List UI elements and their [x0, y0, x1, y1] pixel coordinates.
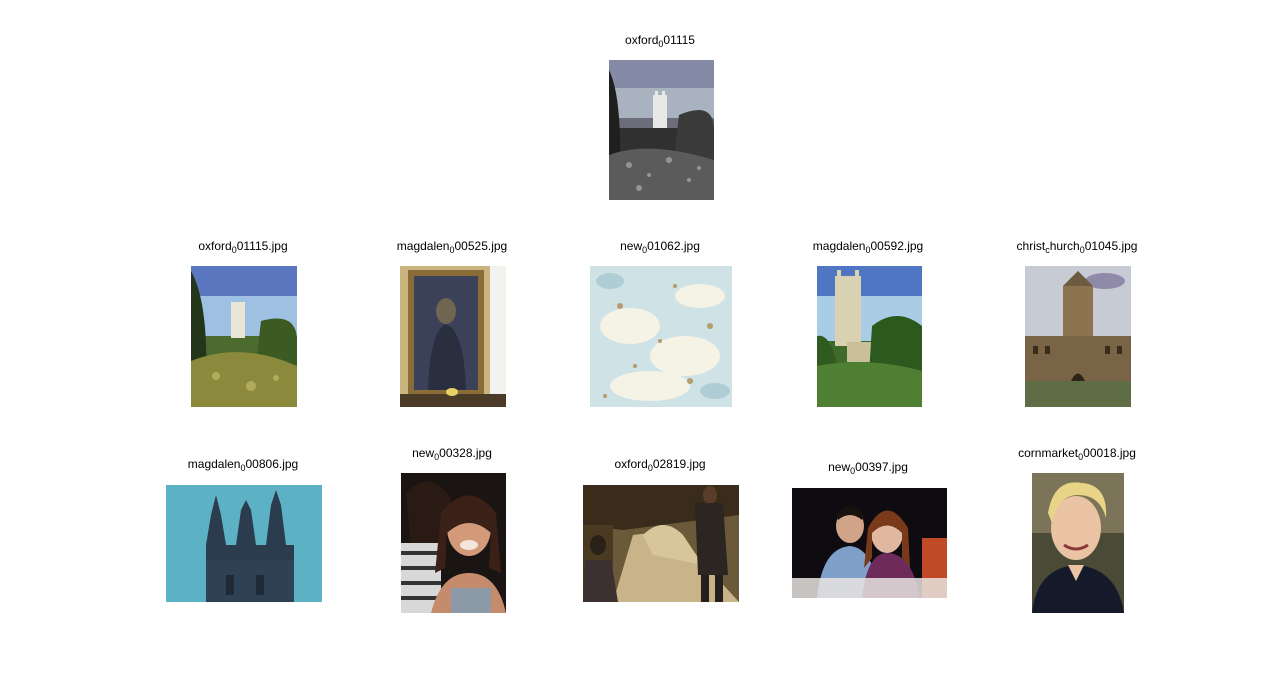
result-1-title: oxford001115.jpg: [198, 239, 288, 255]
result-4-title: magdalen000592.jpg: [812, 239, 924, 255]
result-2-title: magdalen000525.jpg: [396, 239, 508, 255]
query-title: oxford001115: [625, 33, 695, 49]
result-5-image: [1025, 266, 1131, 407]
result-3-image: [590, 266, 732, 407]
result-1-image: [191, 266, 297, 407]
result-9-image: [792, 488, 947, 598]
result-6-title: magdalen000806.jpg: [187, 457, 299, 473]
result-9-title: new000397.jpg: [828, 460, 908, 476]
result-3-title: new001062.jpg: [620, 239, 700, 255]
result-10-image: [1032, 473, 1124, 613]
result-7-image: [401, 473, 506, 613]
result-6-image: [166, 485, 322, 602]
result-8-title: oxford002819.jpg: [614, 457, 706, 473]
result-4-image: [817, 266, 922, 407]
query-image: [609, 60, 714, 200]
result-8-image: [583, 485, 739, 602]
image-retrieval-figure: oxford001115 oxford001115.jpg magdalen00…: [0, 0, 1280, 689]
result-10-title: cornmarket000018.jpg: [1018, 446, 1136, 462]
result-5-title: christchurch001045.jpg: [1016, 239, 1138, 255]
result-7-title: new000328.jpg: [412, 446, 492, 462]
result-2-image: [400, 266, 506, 407]
